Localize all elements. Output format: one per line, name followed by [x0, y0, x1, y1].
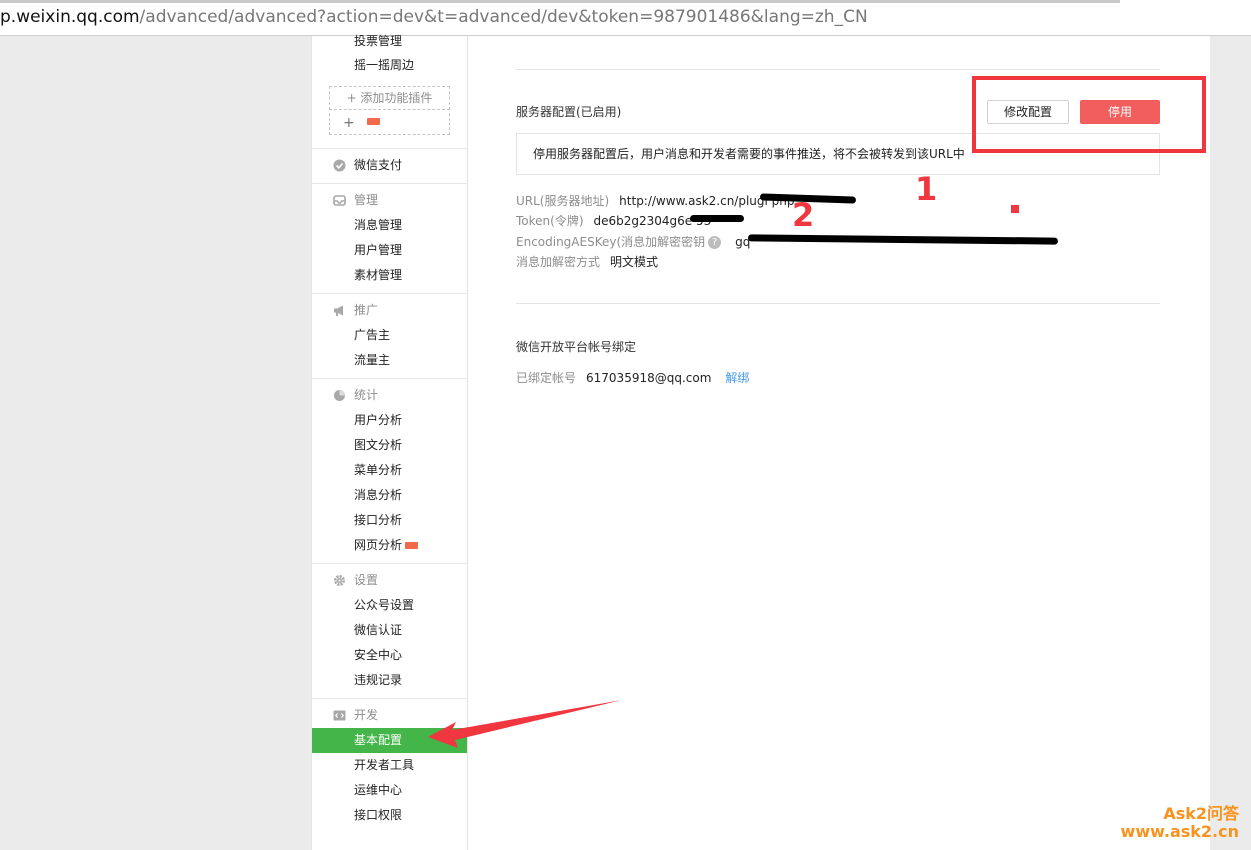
annotation-arrow [428, 700, 622, 748]
watermark-line2: www.ask2.cn [1120, 822, 1239, 841]
arrow-shape [428, 700, 622, 748]
watermark-line1: Ask2问答 [1163, 804, 1239, 823]
